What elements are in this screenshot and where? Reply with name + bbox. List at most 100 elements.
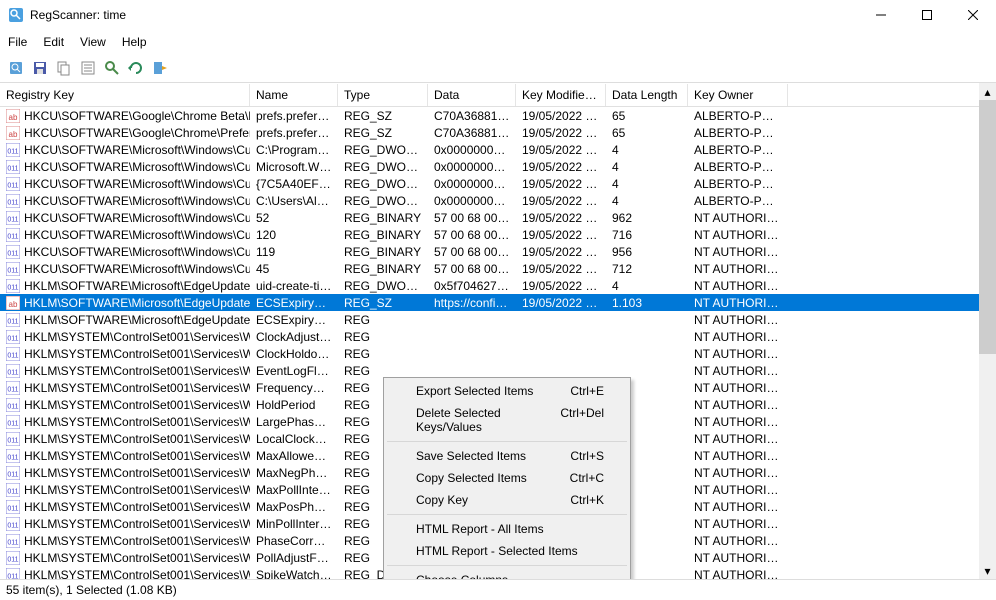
cell-type: REG_BINARY <box>338 227 428 243</box>
binary-value-icon: 011 <box>6 364 20 378</box>
cell-modified <box>516 370 606 372</box>
refresh-tool-icon[interactable] <box>126 58 146 78</box>
col-type[interactable]: Type <box>338 84 428 106</box>
context-menu-item[interactable]: Export Selected ItemsCtrl+E <box>386 380 628 402</box>
cell-owner: NT AUTHORIT... <box>688 312 788 328</box>
cell-owner: NT AUTHORIT... <box>688 380 788 396</box>
cell-key: HKLM\SYSTEM\ControlSet001\Services\W32Ti… <box>24 483 250 497</box>
context-menu-item[interactable]: Save Selected ItemsCtrl+S <box>386 445 628 467</box>
col-modified[interactable]: Key Modified T... <box>516 84 606 106</box>
scroll-thumb[interactable] <box>979 100 996 354</box>
copy-tool-icon[interactable] <box>54 58 74 78</box>
window: RegScanner: time File Edit View Help Reg… <box>0 0 996 600</box>
menu-file[interactable]: File <box>0 32 35 52</box>
cell-owner: ALBERTO-PCC... <box>688 176 788 192</box>
binary-value-icon: 011 <box>6 398 20 412</box>
context-menu-item[interactable]: HTML Report - Selected Items <box>386 540 628 562</box>
col-owner[interactable]: Key Owner <box>688 84 788 106</box>
col-registry-key[interactable]: Registry Key <box>0 84 250 106</box>
cell-name: EventLogFlags <box>250 363 338 379</box>
menu-help[interactable]: Help <box>114 32 155 52</box>
cell-length: 4 <box>606 142 688 158</box>
svg-text:011: 011 <box>7 471 18 478</box>
col-name[interactable]: Name <box>250 84 338 106</box>
cell-type: REG <box>338 346 428 362</box>
svg-text:ab: ab <box>9 113 18 122</box>
string-value-icon: ab <box>6 296 20 310</box>
scroll-down-icon[interactable]: ▾ <box>979 562 996 579</box>
binary-value-icon: 011 <box>6 279 20 293</box>
cell-type: REG_DWORD <box>338 193 428 209</box>
context-menu-item[interactable]: Copy KeyCtrl+K <box>386 489 628 511</box>
close-button[interactable] <box>950 0 996 30</box>
maximize-button[interactable] <box>904 0 950 30</box>
table-row[interactable]: abHKCU\SOFTWARE\Google\Chrome Beta\Prefe… <box>0 107 979 124</box>
svg-text:011: 011 <box>7 420 18 427</box>
svg-text:011: 011 <box>7 437 18 444</box>
cell-modified: 19/05/2022 10:... <box>516 261 606 277</box>
table-row[interactable]: 011HKCU\SOFTWARE\Microsoft\Windows\Curre… <box>0 243 979 260</box>
table-row[interactable]: 011HKCU\SOFTWARE\Microsoft\Windows\Curre… <box>0 209 979 226</box>
cell-length: 65 <box>606 125 688 141</box>
col-length[interactable]: Data Length <box>606 84 688 106</box>
scroll-up-icon[interactable]: ▴ <box>979 83 996 100</box>
context-menu-label: Copy Key <box>416 493 468 507</box>
cell-owner: NT AUTHORIT... <box>688 397 788 413</box>
cell-owner: NT AUTHORIT... <box>688 567 788 580</box>
cell-type: REG_BINARY <box>338 210 428 226</box>
context-menu-label: Copy Selected Items <box>416 471 527 485</box>
cell-modified: 19/05/2022 10:... <box>516 227 606 243</box>
svg-text:011: 011 <box>7 335 18 342</box>
binary-value-icon: 011 <box>6 449 20 463</box>
cell-data: 0x00000001 (1) <box>428 159 516 175</box>
context-menu-accel: Ctrl+Del <box>560 406 604 434</box>
menu-view[interactable]: View <box>72 32 114 52</box>
vertical-scrollbar[interactable]: ▴ ▾ <box>979 83 996 579</box>
cell-data: 0x00000001 (1) <box>428 193 516 209</box>
context-menu-item[interactable]: Copy Selected Items Ctrl+C <box>386 467 628 489</box>
context-menu-item[interactable]: Delete Selected Keys/ValuesCtrl+Del <box>386 402 628 438</box>
cell-owner: ALBERTO-PCC... <box>688 125 788 141</box>
table-row[interactable]: 011HKCU\SOFTWARE\Microsoft\Windows\Curre… <box>0 192 979 209</box>
binary-value-icon: 011 <box>6 228 20 242</box>
scroll-track[interactable] <box>979 100 996 562</box>
table-row[interactable]: abHKLM\SOFTWARE\Microsoft\EdgeUpdateECSE… <box>0 294 979 311</box>
minimize-button[interactable] <box>858 0 904 30</box>
cell-name: LargePhaseOff... <box>250 414 338 430</box>
context-menu: Export Selected ItemsCtrl+EDelete Select… <box>383 377 631 579</box>
properties-tool-icon[interactable] <box>78 58 98 78</box>
cell-key: HKCU\SOFTWARE\Microsoft\Windows\Current.… <box>24 160 250 174</box>
cell-owner: NT AUTHORIT... <box>688 295 788 311</box>
table-row[interactable]: 011HKLM\SOFTWARE\Microsoft\EdgeUpdateuid… <box>0 277 979 294</box>
menu-edit[interactable]: Edit <box>35 32 72 52</box>
context-menu-item[interactable]: Choose Columns <box>386 569 628 579</box>
table-row[interactable]: 011HKLM\SOFTWARE\Microsoft\EdgeUpdateECS… <box>0 311 979 328</box>
table-row[interactable]: 011HKCU\SOFTWARE\Microsoft\Windows\Curre… <box>0 226 979 243</box>
cell-length: 4 <box>606 159 688 175</box>
save-tool-icon[interactable] <box>30 58 50 78</box>
binary-value-icon: 011 <box>6 466 20 480</box>
cell-length: 962 <box>606 210 688 226</box>
find-tool-icon[interactable] <box>102 58 122 78</box>
string-value-icon: ab <box>6 126 20 140</box>
cell-type: REG_DWORD <box>338 142 428 158</box>
table-row[interactable]: 011HKCU\SOFTWARE\Microsoft\Windows\Curre… <box>0 175 979 192</box>
table-row[interactable]: 011HKCU\SOFTWARE\Microsoft\Windows\Curre… <box>0 158 979 175</box>
binary-value-icon: 011 <box>6 330 20 344</box>
table-row[interactable]: 011HKCU\SOFTWARE\Microsoft\Windows\Curre… <box>0 141 979 158</box>
table-row[interactable]: 011HKLM\SYSTEM\ControlSet001\Services\W3… <box>0 345 979 362</box>
export-tool-icon[interactable] <box>150 58 170 78</box>
table-row[interactable]: abHKCU\SOFTWARE\Google\Chrome\Preference… <box>0 124 979 141</box>
cell-owner: ALBERTO-PCC... <box>688 193 788 209</box>
cell-key: HKCU\SOFTWARE\Microsoft\Windows\Current.… <box>24 143 250 157</box>
cell-length <box>606 353 688 355</box>
table-row[interactable]: 011HKCU\SOFTWARE\Microsoft\Windows\Curre… <box>0 260 979 277</box>
cell-owner: NT AUTHORIT... <box>688 465 788 481</box>
col-data[interactable]: Data <box>428 84 516 106</box>
cell-modified: 19/05/2022 10:... <box>516 193 606 209</box>
table-row[interactable]: 011HKLM\SYSTEM\ControlSet001\Services\W3… <box>0 328 979 345</box>
context-menu-item[interactable]: HTML Report - All Items <box>386 518 628 540</box>
cell-owner: NT AUTHORIT... <box>688 516 788 532</box>
scan-tool-icon[interactable] <box>6 58 26 78</box>
context-menu-accel: Ctrl+C <box>570 471 604 485</box>
